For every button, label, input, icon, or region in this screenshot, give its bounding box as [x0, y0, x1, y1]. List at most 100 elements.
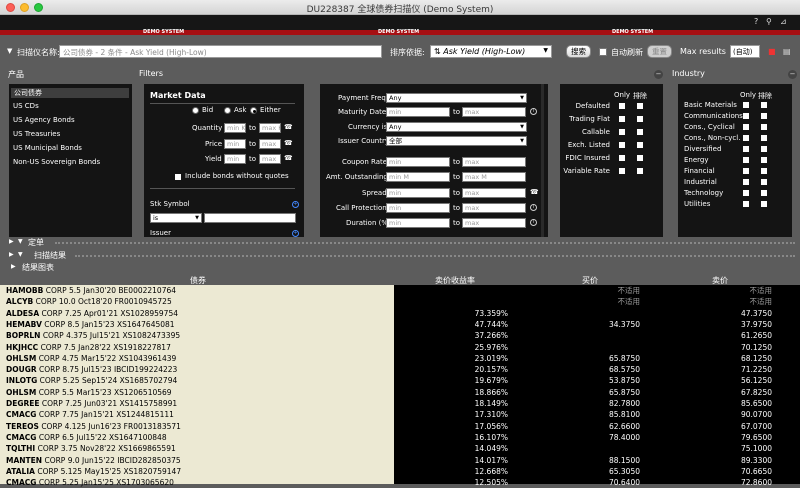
max-results-select[interactable]: (自动)	[730, 45, 760, 58]
only-checkbox[interactable]	[743, 190, 749, 196]
info-icon[interactable]: i	[530, 219, 537, 226]
scrollbar[interactable]	[541, 84, 544, 237]
exclude-checkbox[interactable]	[761, 135, 767, 141]
table-row[interactable]: CMACG CORP 5.25 Jan15'25 XS1703065620 12.…	[0, 477, 800, 488]
table-row[interactable]: CMACG CORP 7.75 Jan15'21 XS1244815111 17.…	[0, 409, 800, 420]
only-checkbox[interactable]	[743, 157, 749, 163]
remove-filters-icon[interactable]: −	[654, 70, 663, 79]
reset-button[interactable]: 重置	[647, 45, 672, 58]
table-row[interactable]: ALCYB CORP 10.0 Oct18'20 FR0010945725 不适用…	[0, 296, 800, 307]
add-icon[interactable]: +	[292, 201, 299, 208]
order-section[interactable]: ▶ ▼ 定单	[0, 237, 800, 247]
exclude-checkbox[interactable]	[637, 168, 643, 174]
payment-freq-select[interactable]: Any ▼	[386, 93, 527, 103]
yield-min-input[interactable]: min	[224, 154, 246, 164]
only-checkbox[interactable]	[743, 124, 749, 130]
auto-refresh-checkbox[interactable]	[599, 48, 607, 56]
exclude-checkbox[interactable]	[761, 124, 767, 130]
table-row[interactable]: TEREOS CORP 4.125 Jun16'23 FR0013183571 1…	[0, 421, 800, 432]
exclude-checkbox[interactable]	[637, 142, 643, 148]
collapse-arrow-icon[interactable]: ▼	[7, 47, 12, 55]
bell-icon[interactable]: ☎	[284, 123, 293, 131]
table-row[interactable]: DOUGR CORP 8.75 Jul15'23 IBCID199224223 2…	[0, 364, 800, 375]
table-row[interactable]: HEMABV CORP 8.5 Jan15'23 XS1647645081 47.…	[0, 319, 800, 330]
currency-select[interactable]: Any ▼	[386, 122, 527, 132]
ask-radio[interactable]	[224, 107, 231, 114]
expand-arrow-icon[interactable]: ▶	[9, 238, 14, 245]
table-row[interactable]: BOPRLN CORP 4.375 Jul15'21 XS1082473395 3…	[0, 330, 800, 341]
sort-select[interactable]: ⇅ Ask Yield (High-Low) ▼	[430, 45, 552, 58]
table-row[interactable]: ALDESA CORP 7.25 Apr01'21 XS1028959754 73…	[0, 308, 800, 319]
issuer-country-select[interactable]: 全部 ▼	[386, 136, 527, 146]
only-checkbox[interactable]	[743, 168, 749, 174]
exclude-checkbox[interactable]	[761, 190, 767, 196]
only-checkbox[interactable]	[743, 113, 749, 119]
expand-arrow-icon[interactable]: ▶	[11, 263, 16, 270]
search-button[interactable]: 搜索	[566, 45, 591, 58]
expand-arrow-icon[interactable]: ▶	[9, 251, 14, 258]
exclude-checkbox[interactable]	[761, 157, 767, 163]
duration-max-input[interactable]: max	[462, 218, 526, 228]
spread-min-input[interactable]: min	[386, 188, 450, 198]
exclude-checkbox[interactable]	[761, 179, 767, 185]
amt-max-input[interactable]: max M	[462, 172, 526, 182]
chart-section[interactable]: ▶ 结果图表	[0, 262, 800, 272]
info-icon[interactable]: i	[530, 204, 537, 211]
exclude-checkbox[interactable]	[761, 113, 767, 119]
exclude-checkbox[interactable]	[637, 155, 643, 161]
call-protection-max-input[interactable]: max	[462, 203, 526, 213]
bell-icon[interactable]: ☎	[284, 154, 293, 162]
quantity-min-input[interactable]: min K	[224, 123, 246, 133]
exclude-checkbox[interactable]	[761, 146, 767, 152]
product-item[interactable]: US CDs	[13, 102, 39, 110]
table-row[interactable]: OHLSM CORP 5.5 Mar15'23 XS1206510569 18.8…	[0, 387, 800, 398]
price-min-input[interactable]: min	[224, 139, 246, 149]
exclude-checkbox[interactable]	[637, 129, 643, 135]
table-row[interactable]: ATALIA CORP 5.125 May15'25 XS1820759147 1…	[0, 466, 800, 477]
product-item[interactable]: Non-US Sovereign Bonds	[13, 158, 100, 166]
help-icon[interactable]: ?	[754, 17, 758, 26]
only-checkbox[interactable]	[743, 146, 749, 152]
pin-icon[interactable]: ⊿	[780, 17, 787, 26]
stk-symbol-input[interactable]	[204, 213, 296, 223]
coupon-min-input[interactable]: min	[386, 157, 450, 167]
collapse-arrow-icon[interactable]: ▼	[18, 238, 23, 245]
only-checkbox[interactable]	[619, 116, 625, 122]
exclude-checkbox[interactable]	[761, 201, 767, 207]
bell-icon[interactable]: ☎	[284, 139, 293, 147]
exclude-checkbox[interactable]	[761, 102, 767, 108]
quantity-max-input[interactable]: max K	[259, 123, 281, 133]
spread-max-input[interactable]: max	[462, 188, 526, 198]
coupon-max-input[interactable]: max	[462, 157, 526, 167]
collapse-arrow-icon[interactable]: ▼	[18, 251, 23, 258]
table-row[interactable]: HKJHCC CORP 7.5 Jan28'22 XS1918227817 25.…	[0, 342, 800, 353]
bell-icon[interactable]: ☎	[530, 188, 539, 196]
table-row[interactable]: MANTEN CORP 9.0 Jun15'22 IBCID282850375 1…	[0, 455, 800, 466]
only-checkbox[interactable]	[743, 135, 749, 141]
maturity-min-input[interactable]: min	[386, 107, 450, 117]
remove-industry-icon[interactable]: −	[788, 70, 797, 79]
price-max-input[interactable]: max	[259, 139, 281, 149]
product-item[interactable]: 公司债券	[11, 88, 129, 98]
call-protection-min-input[interactable]: min	[386, 203, 450, 213]
table-row[interactable]: CMACG CORP 6.5 Jul15'22 XS1647100848 16.1…	[0, 432, 800, 443]
yield-max-input[interactable]: max	[259, 154, 281, 164]
dock-icon[interactable]: ▤	[783, 47, 791, 56]
table-row[interactable]: OHLSM CORP 4.75 Mar15'22 XS1043961439 23.…	[0, 353, 800, 364]
red-save-icon[interactable]: ■	[768, 47, 776, 56]
only-checkbox[interactable]	[619, 129, 625, 135]
exclude-checkbox[interactable]	[637, 103, 643, 109]
only-checkbox[interactable]	[743, 179, 749, 185]
add-icon[interactable]: +	[292, 230, 299, 237]
only-checkbox[interactable]	[619, 168, 625, 174]
only-checkbox[interactable]	[619, 142, 625, 148]
stk-symbol-operator-select[interactable]: is ▼	[150, 213, 202, 223]
link-icon[interactable]: ⚲	[766, 17, 772, 26]
product-item[interactable]: US Agency Bonds	[13, 116, 75, 124]
include-no-quotes-checkbox[interactable]	[175, 174, 181, 180]
table-row[interactable]: TQLTHI CORP 3.75 Nov28'22 XS1669865591 14…	[0, 443, 800, 454]
table-row[interactable]: INLOTG CORP 5.25 Sep15'24 XS1685702794 19…	[0, 375, 800, 386]
amt-min-input[interactable]: min M	[386, 172, 450, 182]
product-item[interactable]: US Treasuries	[13, 130, 60, 138]
table-row[interactable]: DEGREE CORP 7.25 Jun03'21 XS1415758991 18…	[0, 398, 800, 409]
